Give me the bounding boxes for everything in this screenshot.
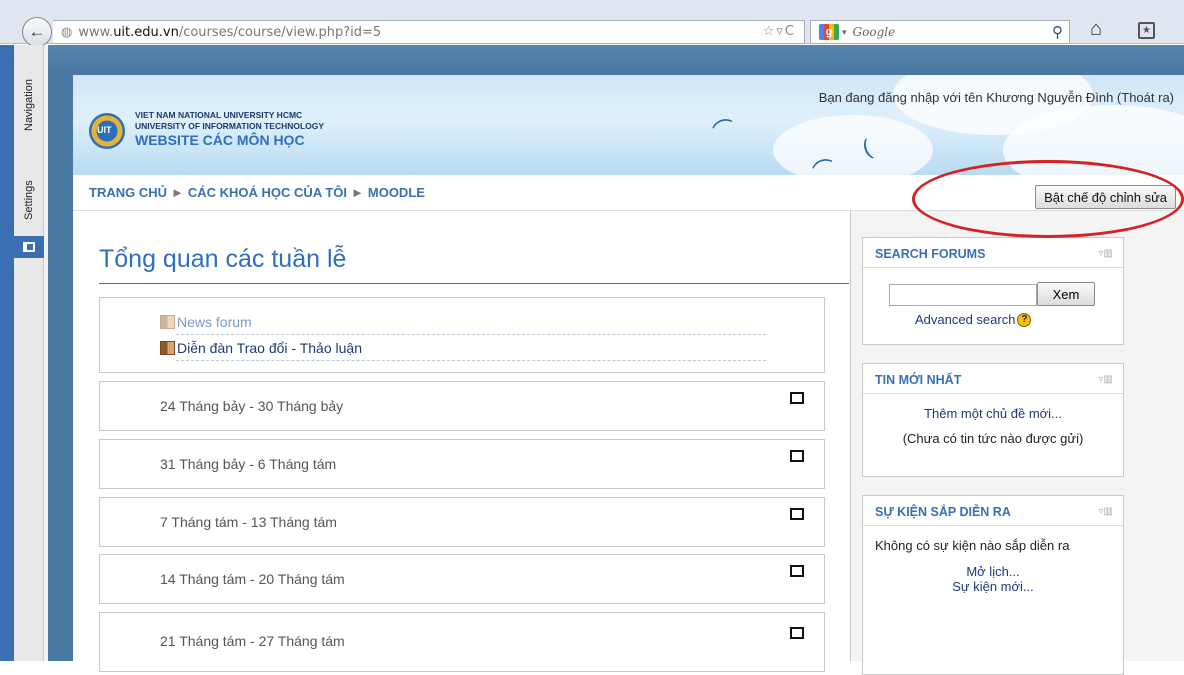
block-title: TIN MỚI NHẤT [875,373,962,387]
back-button[interactable]: ← [22,17,52,47]
help-icon[interactable]: ? [1017,312,1032,327]
highlight-checkbox-icon[interactable] [790,627,804,639]
block-collapse-icon[interactable]: ▿▥ [1099,374,1113,385]
search-engine-dropdown-icon[interactable]: ▾ [842,27,847,38]
search-bar[interactable]: g ▾ Google ⚲ [810,20,1070,44]
week-label: 24 Tháng bảy - 30 Tháng bảy [160,398,344,414]
url-domain: uit.edu.vn [113,24,179,40]
search-forums-button[interactable]: Xem [1037,282,1095,306]
home-icon[interactable]: ⌂ [1090,18,1102,41]
dashed-divider [176,334,766,335]
highlight-checkbox-icon[interactable] [790,392,804,404]
breadcrumb-home[interactable]: TRANG CHỦ [89,185,167,200]
activity-discussion-forum[interactable]: Diễn đàn Trao đổi - Thảo luận [160,340,362,356]
site-title[interactable]: WEBSITE CÁC MÔN HỌC [135,132,305,148]
block-collapse-icon[interactable]: ▿▥ [1099,248,1113,259]
logo-text: UIT [97,125,112,135]
add-topic-link[interactable]: Thêm một chủ đề mới... [863,406,1123,421]
open-calendar-link[interactable]: Mở lịch... [863,564,1123,579]
highlight-checkbox-icon[interactable] [790,450,804,462]
search-icon[interactable]: ⚲ [1052,23,1063,41]
highlight-checkbox-icon[interactable] [790,508,804,520]
dock-toggle-icon[interactable] [14,236,44,258]
no-events-text: Không có sự kiện nào sắp diễn ra [875,538,1070,553]
advanced-search-label[interactable]: Advanced search [915,312,1015,327]
browser-toolbar: ← ◍ www. uit.edu.vn/courses/course/view.p… [0,0,1184,47]
block-title: SỰ KIỆN SẮP DIỄN RA [875,505,1011,519]
page: UIT VIET NAM NATIONAL UNIVERSITY HCMC UN… [48,45,1184,675]
url-path: /courses/course/view.php?id=5 [178,24,382,40]
title-divider [99,283,849,284]
week-section: 7 Tháng tám - 13 Tháng tám [99,497,825,547]
bird-decoration: ⌒ [709,114,740,146]
breadcrumb-separator: ► [171,185,184,200]
breadcrumb-my-courses[interactable]: CÁC KHOÁ HỌC CỦA TÔI [188,185,347,200]
block-title: SEARCH FORUMS [875,247,986,261]
url-prefix: www. [78,24,114,40]
block-search-forums: SEARCH FORUMS ▿▥ Xem Advanced search? [862,237,1124,345]
week-section: 31 Tháng bảy - 6 Tháng tám [99,439,825,489]
cloud-decoration [773,115,933,175]
dashed-divider [176,360,766,361]
university-name-2: UNIVERSITY OF INFORMATION TECHNOLOGY [135,121,325,131]
reload-icon[interactable]: C [785,24,796,39]
forum-icon [160,341,175,355]
search-placeholder: Google [852,25,896,39]
week-section: 14 Tháng tám - 20 Tháng tám [99,554,825,604]
university-logo[interactable]: UIT [89,113,125,149]
dock-tab-settings[interactable]: Settings [14,170,44,230]
activity-link[interactable]: Diễn đàn Trao đổi - Thảo luận [177,340,362,356]
activity-news-forum[interactable]: News forum [160,314,252,330]
block-header: SỰ KIỆN SẮP DIỄN RA ▿▥ [863,496,1123,526]
dropdown-icon[interactable]: ▿ [776,24,785,39]
block-header: TIN MỚI NHẤT ▿▥ [863,364,1123,394]
header-banner: UIT VIET NAM NATIONAL UNIVERSITY HCMC UN… [73,75,1184,175]
no-news-text: (Chưa có tin tức nào được gửi) [902,431,1084,446]
week-section: 21 Tháng tám - 27 Tháng tám [99,612,825,672]
bookmarks-icon[interactable]: ★ [1138,22,1155,39]
url-controls: ☆▿C [763,24,796,39]
block-latest-news: TIN MỚI NHẤT ▿▥ Thêm một chủ đề mới... (… [862,363,1124,477]
bookmark-star-icon[interactable]: ☆ [763,24,777,39]
back-arrow-icon: ← [28,22,46,41]
highlight-checkbox-icon[interactable] [790,565,804,577]
advanced-search-link[interactable]: Advanced search? [915,312,1032,327]
block-header: SEARCH FORUMS ▿▥ [863,238,1123,268]
week-label: 21 Tháng tám - 27 Tháng tám [160,633,345,649]
week-section: 24 Tháng bảy - 30 Tháng bảy [99,381,825,431]
block-collapse-icon[interactable]: ▿▥ [1099,506,1113,517]
block-upcoming-events: SỰ KIỆN SẮP DIỄN RA ▿▥ Không có sự kiện … [862,495,1124,675]
page-title: Tổng quan các tuần lễ [99,245,347,273]
google-icon[interactable]: g [819,24,839,40]
breadcrumb-moodle[interactable]: MOODLE [368,185,425,200]
new-event-link[interactable]: Sự kiện mới... [863,579,1123,594]
globe-icon: ◍ [61,24,73,40]
navbar: TRANG CHỦ ► CÁC KHOÁ HỌC CỦA TÔI ► MOODLE Bậ… [73,175,1184,211]
activity-link[interactable]: News forum [177,314,252,330]
address-bar[interactable]: ◍ www. uit.edu.vn/courses/course/view.php… [53,20,805,44]
search-forums-input[interactable] [889,284,1037,306]
content-area: Tổng quan các tuần lễ News forum Diễn đà… [73,211,1184,675]
breadcrumb: TRANG CHỦ ► CÁC KHOÁ HỌC CỦA TÔI ► MOODLE [89,185,425,200]
left-dock-strip [0,45,14,661]
dock-tab-navigation[interactable]: Navigation [14,60,44,150]
university-name-1: VIET NAM NATIONAL UNIVERSITY HCMC [135,110,303,120]
login-info[interactable]: Bạn đang đăng nhập với tên Khương Nguyễn… [819,90,1174,105]
turn-editing-on-button[interactable]: Bật chế độ chỉnh sửa [1035,185,1176,209]
week-label: 7 Tháng tám - 13 Tháng tám [160,514,337,530]
header-top-bar [48,45,1184,75]
week-label: 14 Tháng tám - 20 Tháng tám [160,571,345,587]
right-column: SEARCH FORUMS ▿▥ Xem Advanced search? TI… [850,211,1184,675]
breadcrumb-separator: ► [351,185,364,200]
week-label: 31 Tháng bảy - 6 Tháng tám [160,456,337,472]
section-general: News forum Diễn đàn Trao đổi - Thảo luận [99,297,825,373]
forum-icon [160,315,175,329]
